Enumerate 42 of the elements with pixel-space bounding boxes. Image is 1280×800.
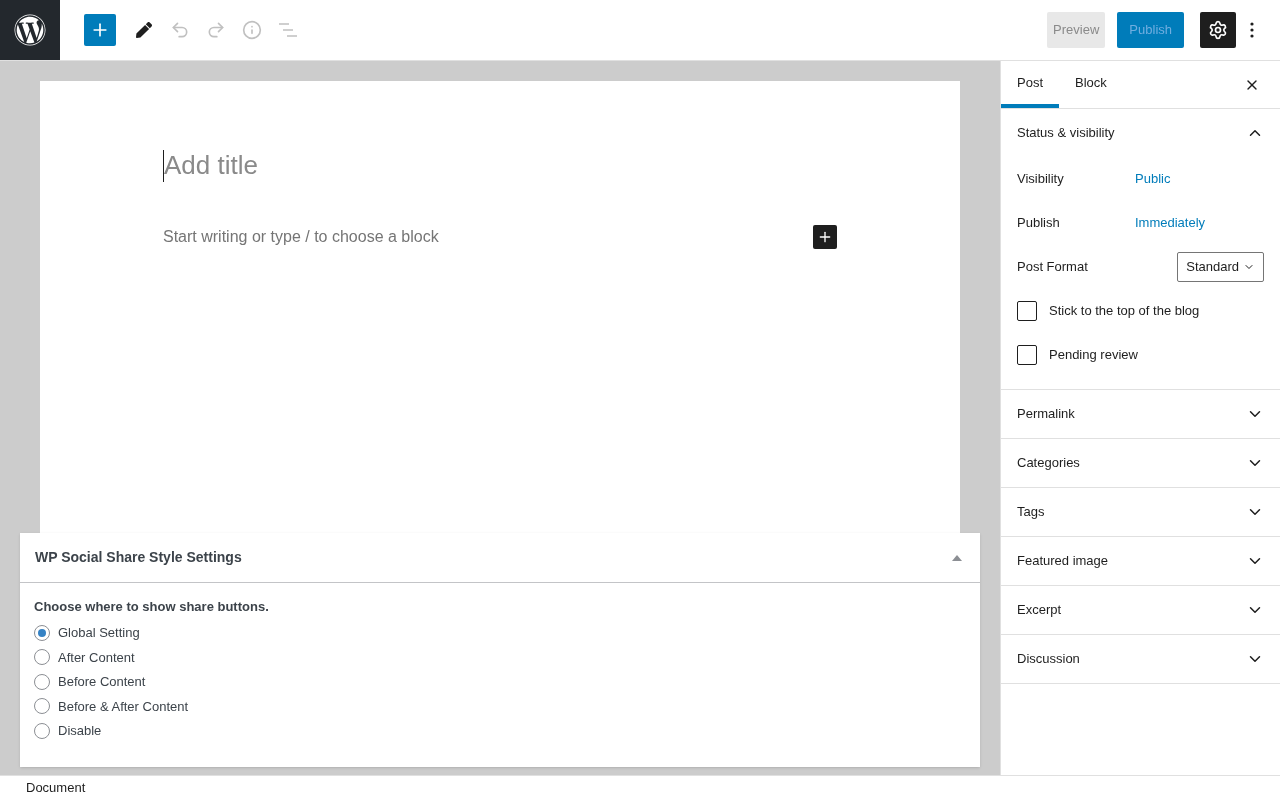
pencil-icon: [136, 22, 152, 38]
panel-header[interactable]: Tags: [1001, 488, 1280, 536]
radio-label: After Content: [58, 648, 135, 667]
triangle-icon: [952, 554, 962, 561]
field-label: Visibility: [1017, 170, 1065, 189]
vertical-dots-icon: [1250, 22, 1254, 38]
plus-icon: [817, 229, 833, 245]
field-label: Post Format: [1017, 258, 1088, 277]
field-label: Publish: [1017, 214, 1061, 233]
checkbox[interactable]: [1017, 301, 1037, 321]
redo-icon: [206, 20, 226, 40]
radio-label: Before & After Content: [58, 697, 189, 716]
panel-header[interactable]: Status & visibility: [1001, 109, 1280, 157]
list-outline-icon: [278, 22, 298, 38]
question-text: Choose where to show share buttons.: [34, 598, 270, 616]
setting-link[interactable]: Public: [1135, 169, 1171, 189]
logo-tile[interactable]: [0, 0, 60, 60]
settings-button[interactable]: [1200, 12, 1236, 48]
radio-label: Before Content: [58, 673, 146, 691]
panel-header[interactable]: Discussion: [1001, 635, 1280, 683]
block-placeholder[interactable]: Start writing or type / to choose a block: [163, 225, 439, 249]
undo-icon: [170, 20, 190, 40]
radio-label: Disable: [58, 722, 102, 740]
checkbox[interactable]: [1017, 345, 1037, 365]
wordpress-logo-icon: [14, 14, 46, 46]
checkbox-label: Pending review: [1049, 346, 1138, 365]
sidebar-tab[interactable]: Post: [1001, 61, 1059, 108]
panel-header[interactable]: Categories: [1001, 439, 1280, 487]
panel-header[interactable]: Featured image: [1001, 537, 1280, 585]
gear-icon: [1208, 20, 1228, 40]
format-select[interactable]: Standard: [1177, 252, 1264, 282]
title-field[interactable]: Add title: [164, 146, 837, 185]
sidebar-tab[interactable]: Block: [1059, 61, 1123, 108]
info-icon: [242, 20, 262, 40]
meta-box-title: WP Social Share Style Settings: [35, 548, 242, 567]
setting-link[interactable]: Immediately: [1135, 213, 1206, 233]
add-block-button[interactable]: [813, 225, 837, 249]
radio-label: Global Setting: [58, 624, 140, 642]
breadcrumb[interactable]: Document: [26, 778, 86, 798]
checkbox-label: Stick to the top of the blog: [1049, 302, 1200, 321]
panel-header[interactable]: Permalink: [1001, 390, 1280, 438]
panel-header[interactable]: Excerpt: [1001, 586, 1280, 634]
